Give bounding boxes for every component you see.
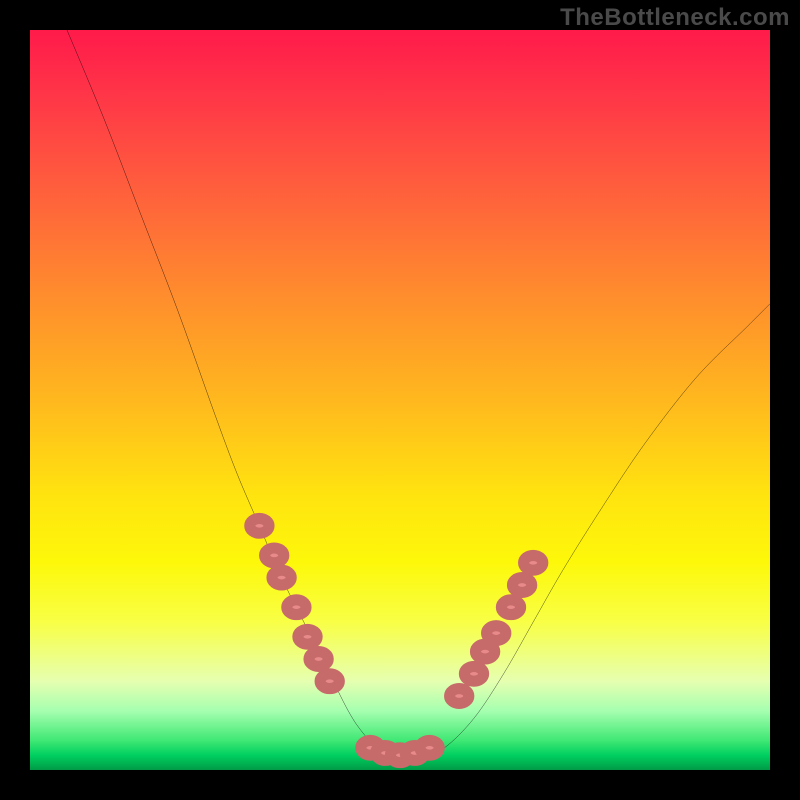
data-dot xyxy=(265,548,284,563)
watermark-text: TheBottleneck.com xyxy=(560,4,790,32)
data-dot xyxy=(287,600,306,615)
data-dot xyxy=(320,674,339,689)
data-dot xyxy=(524,555,543,570)
data-dot xyxy=(501,600,520,615)
chart-svg xyxy=(30,30,770,770)
data-dot xyxy=(512,578,531,593)
data-dots xyxy=(250,518,543,762)
data-dot xyxy=(464,666,483,681)
data-dot xyxy=(250,518,269,533)
data-dot xyxy=(475,644,494,659)
data-dot xyxy=(420,740,439,755)
chart-frame: TheBottleneck.com xyxy=(0,0,800,800)
plot-area xyxy=(30,30,770,770)
data-dot xyxy=(450,689,469,704)
data-dot xyxy=(272,570,291,585)
bottleneck-curve xyxy=(67,30,770,756)
data-dot xyxy=(298,629,317,644)
data-dot xyxy=(487,626,506,641)
data-dot xyxy=(309,652,328,667)
